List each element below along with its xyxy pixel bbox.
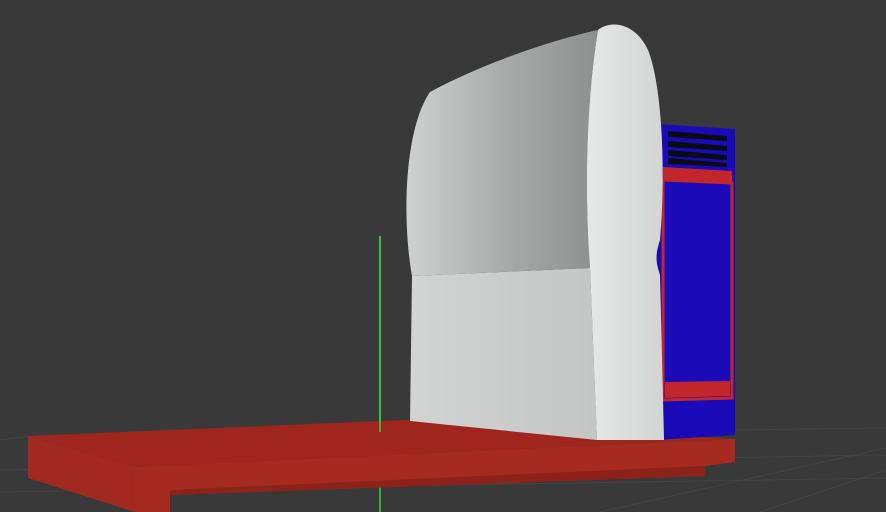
housing-body[interactable] [406,24,664,440]
housing-side-face [586,24,664,440]
control-panel-trim-bottom [665,381,730,398]
scene-canvas[interactable] [0,0,886,512]
housing-upper-drum [406,30,598,276]
control-panel[interactable] [656,124,735,440]
3d-viewport[interactable] [0,0,886,512]
housing-lower-front [410,268,597,440]
